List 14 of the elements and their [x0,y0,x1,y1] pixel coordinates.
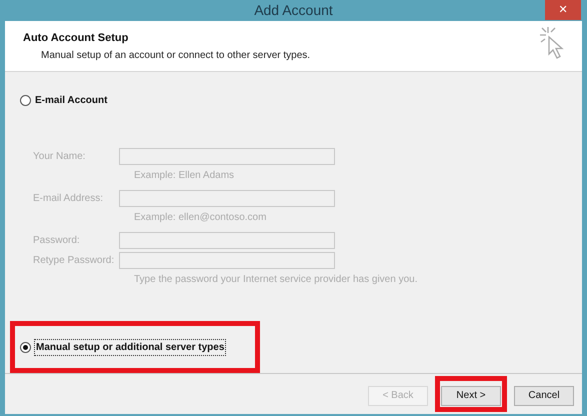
field-hint: Example: Ellen Adams [134,169,236,183]
field-hint: Type the password your Internet service provider has given you. [134,273,418,287]
close-button[interactable]: ✕ [545,0,581,20]
header-subtitle: Manual setup of an account or connect to other server types. [41,48,310,62]
field-label: Password: [33,234,81,248]
dialog-button[interactable]: Cancel [514,386,574,406]
field-label: E-mail Address: [33,192,104,206]
radio-option[interactable]: E-mail Account [20,93,582,108]
field-label: Your Name: [33,150,86,164]
dialog-button[interactable]: Next > [441,386,501,406]
window-title: Add Account [254,1,333,20]
header-title: Auto Account Setup [23,31,130,46]
field-hint: Example: ellen@contoso.com [134,211,268,225]
field-label: Retype Password: [33,254,116,268]
